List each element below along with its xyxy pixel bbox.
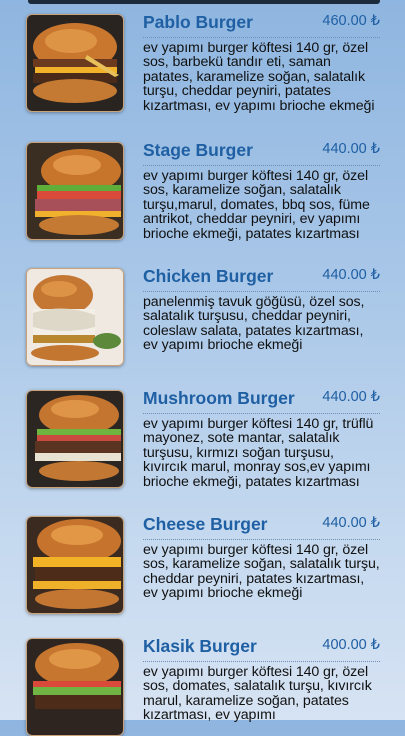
- burger-photo: [26, 516, 124, 614]
- menu-item-description: ev yapımı burger köftesi 140 gr, özel so…: [143, 168, 370, 242]
- top-bar: [28, 0, 380, 4]
- menu-item-description: ev yapımı burger köftesi 140 gr, özel so…: [143, 664, 372, 724]
- menu-item-description: panelenmiş tavuk göğüsü, özel sos, salat…: [143, 294, 365, 354]
- menu-item-description: ev yapımı burger köftesi 140 gr, özel so…: [143, 40, 375, 114]
- menu-item-price: 400.00 ₺: [322, 637, 380, 653]
- menu-item-name: Cheese Burger: [143, 514, 268, 534]
- menu-item-header: Cheese Burger 440.00 ₺: [143, 514, 380, 540]
- menu-item-description: ev yapımı burger köftesi 140 gr, trüflü …: [143, 416, 374, 490]
- menu-item-info: Cheese Burger 440.00 ₺ ev yapımı burger …: [143, 514, 380, 601]
- menu-item-info: Chicken Burger 440.00 ₺ panelenmiş tavuk…: [143, 266, 380, 353]
- menu-item-price: 460.00 ₺: [322, 13, 380, 29]
- burger-photo: [26, 638, 124, 736]
- menu-item-info: Klasik Burger 400.00 ₺ ev yapımı burger …: [143, 636, 380, 723]
- burger-photo: [26, 390, 124, 488]
- menu-item-name: Chicken Burger: [143, 266, 274, 286]
- menu-item-price: 440.00 ₺: [322, 267, 380, 283]
- menu-item-price: 440.00 ₺: [322, 389, 380, 405]
- burger-photo: [26, 14, 124, 112]
- menu-item-header: Pablo Burger 460.00 ₺: [143, 12, 380, 38]
- burger-photo: [26, 268, 124, 366]
- menu-item-header: Chicken Burger 440.00 ₺: [143, 266, 380, 292]
- menu-item-header: Mushroom Burger 440.00 ₺: [143, 388, 380, 414]
- menu-item-info: Mushroom Burger 440.00 ₺ ev yapımı burge…: [143, 388, 380, 489]
- menu-item-header: Klasik Burger 400.00 ₺: [143, 636, 380, 662]
- menu-item-info: Pablo Burger 460.00 ₺ ev yapımı burger k…: [143, 12, 380, 113]
- menu-item-price: 440.00 ₺: [322, 141, 380, 157]
- menu-item-info: Stage Burger 440.00 ₺ ev yapımı burger k…: [143, 140, 380, 241]
- menu-item-price: 440.00 ₺: [322, 515, 380, 531]
- menu-item-description: ev yapımı burger köftesi 140 gr, özel so…: [143, 542, 380, 602]
- menu-item-name: Pablo Burger: [143, 12, 253, 32]
- burger-photo: [26, 142, 124, 240]
- menu-item-name: Stage Burger: [143, 140, 253, 160]
- menu-item-header: Stage Burger 440.00 ₺: [143, 140, 380, 166]
- menu-item-name: Klasik Burger: [143, 636, 257, 656]
- menu-item-name: Mushroom Burger: [143, 388, 295, 408]
